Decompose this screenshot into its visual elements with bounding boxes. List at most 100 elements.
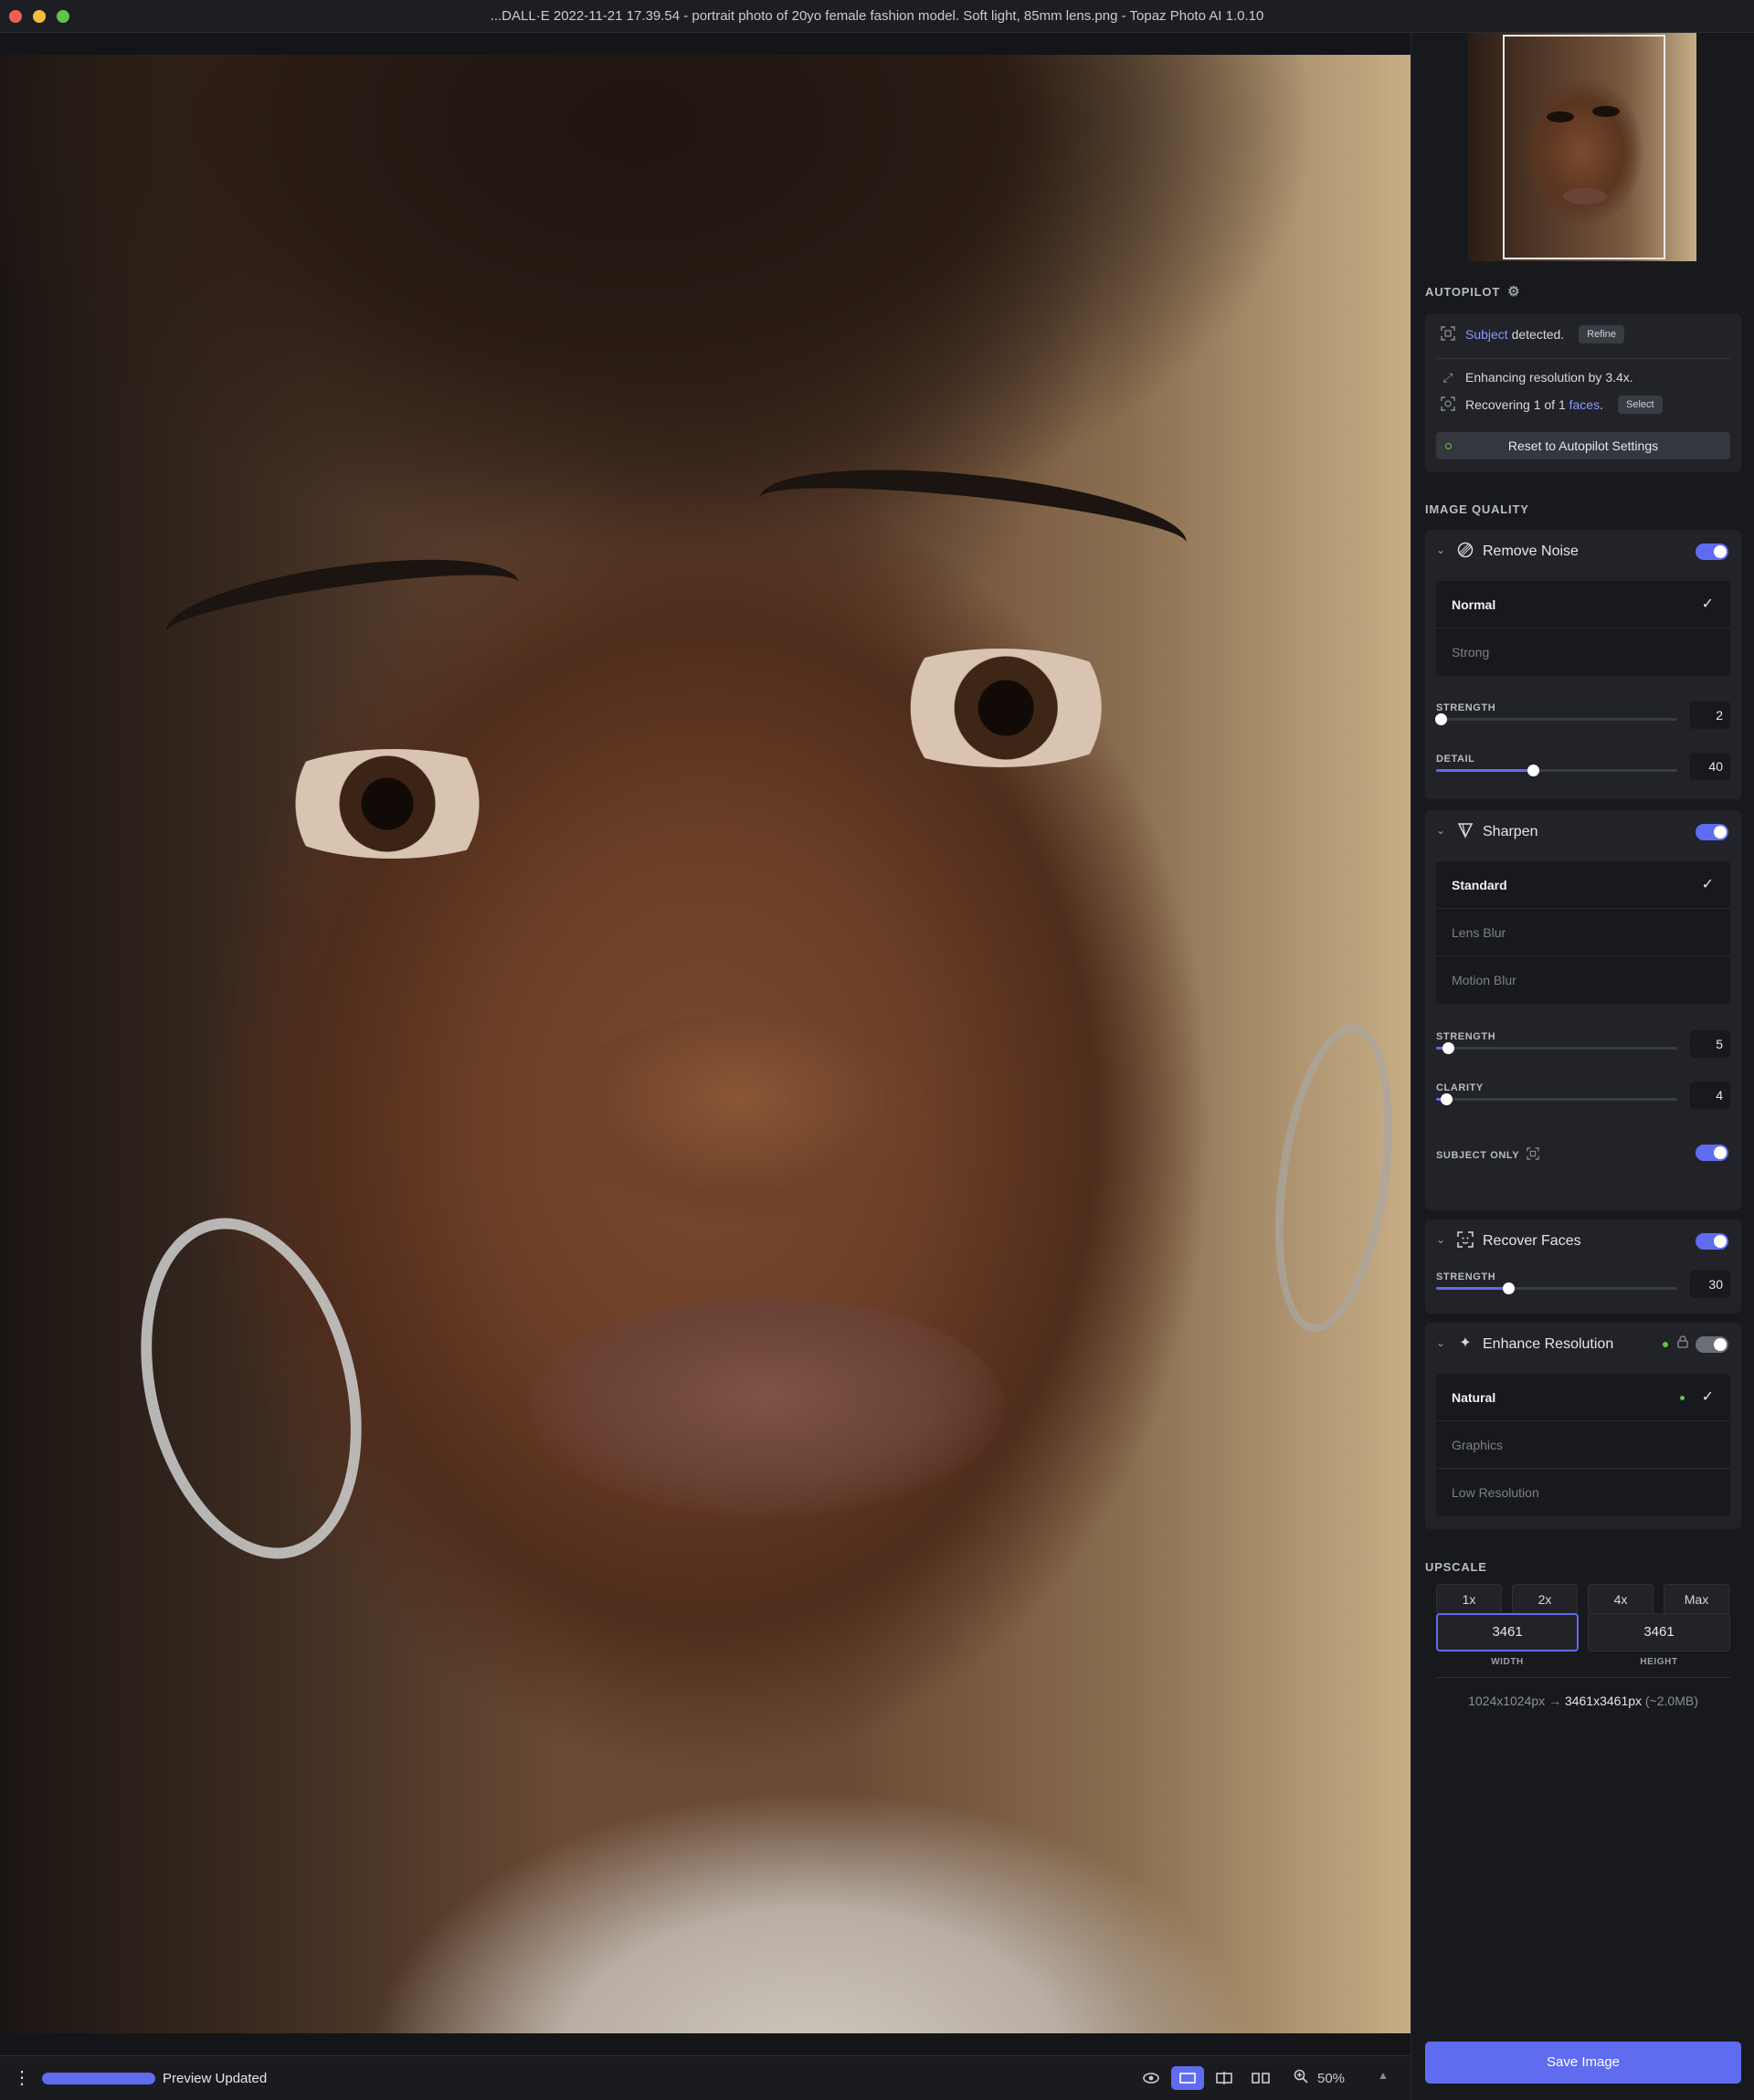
noise-strength-slider[interactable] xyxy=(1435,713,1677,725)
noise-detail-label: DETAIL xyxy=(1436,754,1475,765)
subject-only-row: SUBJECT ONLY xyxy=(1436,1147,1539,1163)
output-size-summary: 1024x1024px → 3461x3461px (~2.0MB) xyxy=(1425,1694,1741,1708)
zoom-level[interactable]: 50% xyxy=(1317,2071,1345,2086)
option-standard[interactable]: Standard ✓ xyxy=(1436,861,1730,909)
option-motion-blur[interactable]: Motion Blur xyxy=(1436,956,1730,1004)
sharpen-strength-value[interactable]: 5 xyxy=(1690,1030,1730,1058)
recover-faces-toggle[interactable] xyxy=(1696,1233,1728,1250)
preview-progress-fill xyxy=(42,2073,155,2084)
enhancing-text: Enhancing resolution by 3.4x. xyxy=(1465,370,1633,385)
upscale-4x-button[interactable]: 4x xyxy=(1588,1584,1654,1615)
side-by-side-icon[interactable] xyxy=(1244,2066,1277,2090)
option-lens-blur[interactable]: Lens Blur xyxy=(1436,909,1730,956)
recover-faces-header[interactable]: ⌄ Recover Faces xyxy=(1425,1219,1741,1261)
face-icon xyxy=(1456,1231,1474,1250)
sharpen-toggle[interactable] xyxy=(1696,824,1728,840)
faces-strength-value[interactable]: 30 xyxy=(1690,1271,1730,1298)
image-canvas[interactable] xyxy=(0,55,1411,2033)
slider-fill xyxy=(1436,1287,1509,1290)
option-graphics[interactable]: Graphics xyxy=(1436,1421,1730,1469)
width-input[interactable]: 3461 xyxy=(1436,1613,1579,1652)
preview-eye-icon[interactable] xyxy=(1135,2066,1168,2090)
checkmark-icon: ✓ xyxy=(1701,1389,1714,1405)
option-low-resolution[interactable]: Low Resolution xyxy=(1436,1469,1730,1516)
upscale-label: UPSCALE xyxy=(1425,1560,1487,1574)
remove-noise-header[interactable]: ⌄ Remove Noise xyxy=(1425,530,1741,572)
face-detect-icon xyxy=(1440,396,1456,413)
slider-knob[interactable] xyxy=(1442,1042,1455,1054)
chevron-down-icon[interactable]: ⌄ xyxy=(1436,824,1445,837)
expand-arrow-icon: ⤢ xyxy=(1442,370,1453,385)
enhance-resolution-header[interactable]: ⌄ ✦ Enhance Resolution xyxy=(1425,1323,1741,1365)
sharpen-title: Sharpen xyxy=(1483,824,1538,839)
slider-knob[interactable] xyxy=(1435,713,1448,725)
chevron-down-icon[interactable]: ⌄ xyxy=(1436,1233,1445,1246)
arrow-right-icon: → xyxy=(1548,1694,1562,1708)
upscale-1x-button[interactable]: 1x xyxy=(1436,1584,1502,1615)
recovering-suffix: . xyxy=(1600,397,1603,412)
single-view-icon[interactable] xyxy=(1171,2066,1204,2090)
enhance-resolution-toggle[interactable] xyxy=(1696,1336,1728,1353)
option-label: Motion Blur xyxy=(1452,973,1516,987)
chevron-down-icon[interactable]: ⌄ xyxy=(1436,1336,1445,1349)
remove-noise-toggle[interactable] xyxy=(1696,543,1728,560)
target-size: 3461x3461px xyxy=(1564,1694,1643,1708)
sharpen-clarity-slider[interactable] xyxy=(1436,1093,1677,1105)
zoom-dropdown-icon[interactable]: ▲ xyxy=(1378,2069,1389,2082)
height-input[interactable]: 3461 xyxy=(1588,1613,1730,1652)
subject-row: Subject detected. Refine xyxy=(1440,325,1624,343)
noise-strength-value[interactable]: 2 xyxy=(1690,702,1730,729)
navigator-thumbnail[interactable] xyxy=(1468,33,1696,261)
navigator-viewport-frame[interactable] xyxy=(1503,35,1665,259)
remove-noise-options: Normal ✓ Strong xyxy=(1436,581,1730,676)
autopilot-header: AUTOPILOT ⚙ xyxy=(1425,283,1520,300)
bottom-bar: ⋮ Preview Updated 50% ▲ xyxy=(0,2055,1411,2100)
chevron-down-icon[interactable]: ⌄ xyxy=(1436,543,1445,556)
status-dot-icon xyxy=(1445,443,1452,449)
option-label: Normal xyxy=(1452,597,1496,612)
select-faces-button[interactable]: Select xyxy=(1617,396,1663,414)
option-label: Graphics xyxy=(1452,1438,1504,1452)
preview-progress-bar xyxy=(42,2073,155,2084)
save-image-button[interactable]: Save Image xyxy=(1425,2042,1741,2084)
sharpen-header[interactable]: ⌄ Sharpen xyxy=(1425,810,1741,852)
photo-eye-left xyxy=(256,749,530,859)
option-strong[interactable]: Strong xyxy=(1436,628,1730,676)
reset-autopilot-label: Reset to Autopilot Settings xyxy=(1507,438,1659,453)
noise-strength-label: STRENGTH xyxy=(1436,702,1496,713)
option-normal[interactable]: Normal ✓ xyxy=(1436,581,1730,628)
subject-link[interactable]: Subject xyxy=(1465,327,1508,342)
photo-neck xyxy=(365,1790,1261,2033)
reset-autopilot-button[interactable]: Reset to Autopilot Settings xyxy=(1436,432,1730,459)
slider-knob[interactable] xyxy=(1527,765,1539,776)
checkmark-icon: ✓ xyxy=(1701,877,1714,892)
recover-faces-card: ⌄ Recover Faces STRENGTH 30 xyxy=(1425,1219,1741,1314)
zoom-icon[interactable] xyxy=(1290,2067,1312,2089)
divider xyxy=(1436,1677,1730,1678)
split-view-icon[interactable] xyxy=(1208,2066,1241,2090)
lock-icon[interactable] xyxy=(1677,1335,1688,1351)
subject-only-toggle[interactable] xyxy=(1696,1145,1728,1161)
status-dot xyxy=(1663,1342,1668,1347)
height-label: HEIGHT xyxy=(1640,1657,1678,1667)
slider-knob[interactable] xyxy=(1440,1093,1453,1105)
sharpen-clarity-value[interactable]: 4 xyxy=(1690,1082,1730,1109)
subject-detect-icon xyxy=(1440,326,1456,343)
noise-detail-slider[interactable] xyxy=(1436,765,1677,776)
gear-icon[interactable]: ⚙ xyxy=(1507,283,1520,300)
refine-button[interactable]: Refine xyxy=(1579,325,1624,343)
remove-noise-card: ⌄ Remove Noise Normal ✓ Strong STRENGTH 2… xyxy=(1425,530,1741,799)
more-menu-icon[interactable]: ⋮ xyxy=(13,2067,31,2089)
right-panel: AUTOPILOT ⚙ Subject detected. Refine ⤢ E… xyxy=(1411,33,1754,2100)
option-natural[interactable]: Natural ✓ xyxy=(1436,1374,1730,1421)
sharpen-strength-slider[interactable] xyxy=(1436,1042,1677,1054)
upscale-2x-button[interactable]: 2x xyxy=(1512,1584,1578,1615)
upscale-max-button[interactable]: Max xyxy=(1664,1584,1729,1615)
slider-fill xyxy=(1436,769,1533,772)
faces-link[interactable]: faces xyxy=(1569,397,1600,412)
faces-strength-slider[interactable] xyxy=(1436,1282,1677,1294)
photo-eye-right xyxy=(859,649,1142,767)
noise-detail-value[interactable]: 40 xyxy=(1690,753,1730,780)
enhance-resolution-card: ⌄ ✦ Enhance Resolution Natural ✓ Graphics… xyxy=(1425,1323,1741,1529)
slider-knob[interactable] xyxy=(1503,1282,1516,1294)
